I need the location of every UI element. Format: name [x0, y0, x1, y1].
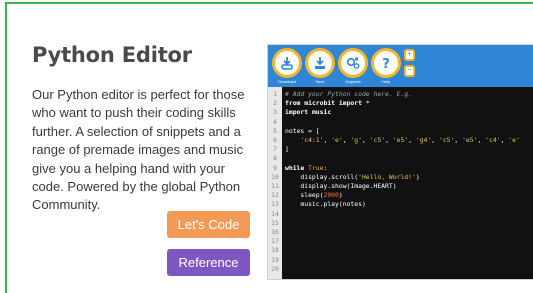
editor-toolbar: Download Save Snippets ? Help + −	[268, 45, 533, 87]
code-text: # Add your Python code here. E.g.	[285, 90, 412, 98]
tool-label-download: Download	[278, 79, 296, 84]
code-line: 20	[268, 265, 533, 274]
help-icon: ?	[371, 48, 401, 78]
code-line: 13 music.play(notes)	[268, 200, 533, 209]
code-line: 2 from microbit import *	[268, 99, 533, 108]
tool-label-help: Help	[381, 79, 391, 84]
code-line: 11 display.show(Image.HEART)	[268, 182, 533, 191]
code-line: 7]	[268, 145, 533, 154]
code-line: 1 # Add your Python code here. E.g.	[268, 90, 533, 99]
line-number: 18	[271, 246, 279, 255]
line-number: 15	[271, 218, 279, 227]
line-number: 6	[273, 136, 277, 144]
zoom-out-icon: −	[404, 65, 415, 77]
code-line: 17	[268, 237, 533, 246]
line-number: 12	[271, 191, 279, 200]
line-number: 8	[273, 154, 277, 163]
code-line: 8	[268, 154, 533, 163]
line-number: 11	[271, 182, 279, 190]
line-number: 13	[271, 200, 279, 209]
code-line: 3 import music	[268, 108, 533, 117]
line-number: 2	[273, 99, 277, 108]
code-line: 9 while True:	[268, 164, 533, 173]
tool-label-save: Save	[315, 79, 325, 84]
code-line: 6 'c4:1', 'e', 'g', 'c5', 'e5', 'g4', 'c…	[268, 136, 533, 145]
line-number: 3	[273, 108, 277, 117]
line-number: 5	[273, 126, 277, 135]
tool-label-snippets: Snippets	[345, 79, 361, 84]
lets-code-button[interactable]: Let's Code	[167, 211, 250, 238]
line-number: 9	[273, 163, 277, 172]
code-text: ]	[285, 145, 289, 154]
code-line: 5 notes = [	[268, 127, 533, 136]
code-text: while True:	[285, 163, 328, 172]
code-text: sleep(2000)	[285, 191, 343, 200]
line-number: 19	[271, 255, 279, 264]
code-line: 10 display.scroll('Hello, World!')	[268, 173, 533, 182]
svg-text:?: ?	[382, 57, 390, 71]
code-line: 16	[268, 228, 533, 237]
line-number: 1	[273, 90, 277, 98]
reference-button[interactable]: Reference	[167, 249, 250, 276]
code-line: 15	[268, 219, 533, 228]
download-icon	[272, 48, 302, 78]
line-number: 17	[271, 237, 279, 246]
editor-screenshot: Download Save Snippets ? Help + − 1 # Add…	[267, 44, 533, 280]
line-number: 7	[273, 145, 277, 154]
code-line: 18	[268, 246, 533, 255]
code-line: 4	[268, 118, 533, 127]
code-text: 'c4:1', 'e', 'g', 'c5', 'e5', 'g4', 'c5'…	[300, 136, 520, 144]
editor-description: Our Python editor is perfect for those w…	[32, 87, 245, 213]
code-line: 12 sleep(2000)	[268, 191, 533, 200]
code-text: display.show(Image.HEART)	[285, 182, 397, 190]
line-number: 14	[271, 209, 279, 218]
line-number: 20	[271, 264, 279, 273]
page-title: Python Editor	[32, 43, 192, 67]
code-line: 19	[268, 256, 533, 265]
code-text: import music	[285, 108, 332, 117]
code-text: notes = [	[285, 126, 320, 135]
code-text: music.play(notes)	[285, 200, 366, 209]
code-area: 1 # Add your Python code here. E.g. 2 from …	[268, 87, 533, 279]
save-icon	[305, 48, 335, 78]
line-number: 4	[273, 117, 277, 126]
code-line: 14	[268, 210, 533, 219]
snippets-icon	[338, 48, 368, 78]
line-number: 16	[271, 228, 279, 236]
code-text: display.scroll('Hello, World!')	[285, 172, 420, 181]
line-number: 10	[271, 172, 279, 181]
code-text: from microbit import *	[285, 99, 370, 108]
zoom-in-icon: +	[404, 49, 415, 61]
